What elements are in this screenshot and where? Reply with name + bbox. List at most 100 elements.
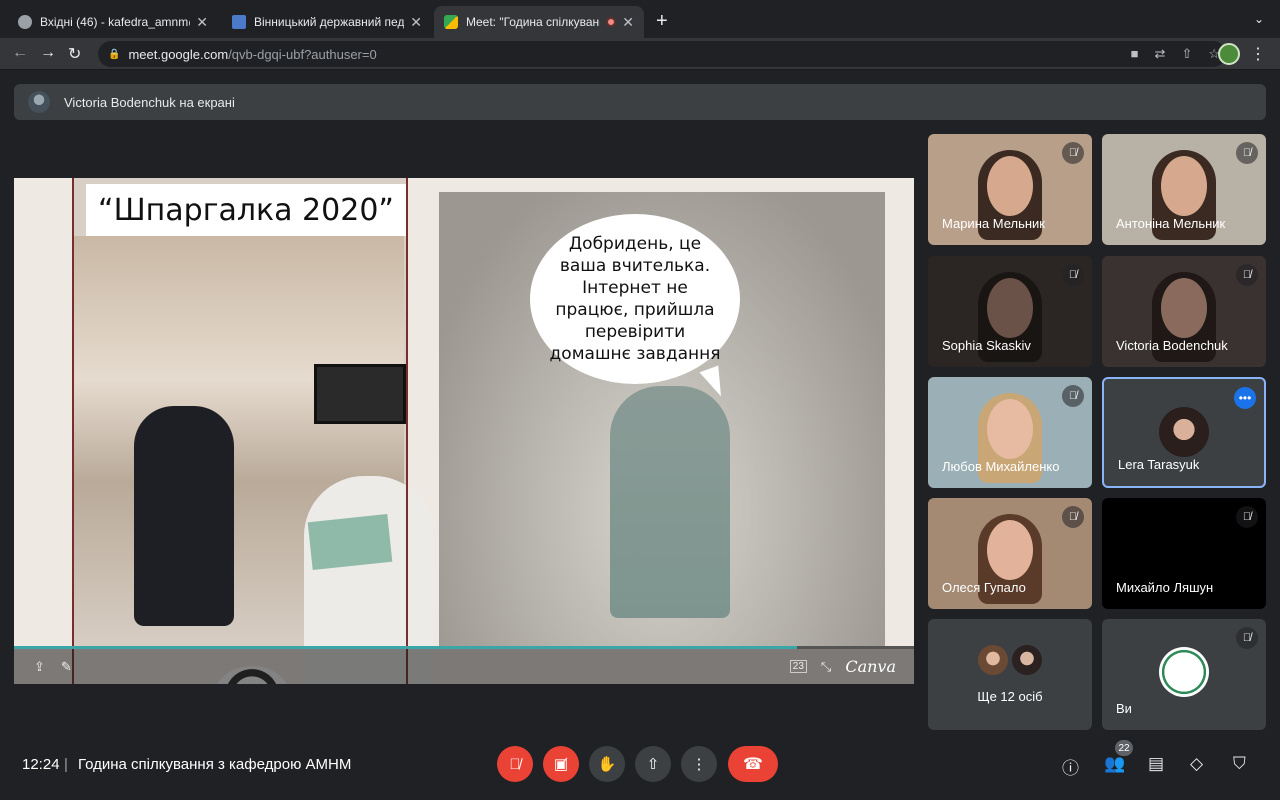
- slide-photo: [74, 236, 434, 684]
- globe-icon: [18, 15, 32, 29]
- mic-off-icon: 🎙̸: [1236, 264, 1258, 286]
- presenting-banner: Victoria Bodenchuk на екрані: [14, 84, 1266, 120]
- divider: [72, 178, 74, 684]
- participant-name: Sophia Skaskiv: [942, 338, 1031, 353]
- book-image: [307, 513, 393, 571]
- pencil-icon[interactable]: ✎: [61, 659, 72, 675]
- close-icon[interactable]: ✕: [410, 14, 422, 31]
- activities-icon[interactable]: ◇: [1190, 754, 1203, 774]
- divider: [406, 178, 408, 684]
- translate-icon[interactable]: ⇄: [1155, 46, 1166, 62]
- participant-tile[interactable]: 🎙̸ Антоніна Мельник: [1102, 134, 1266, 245]
- shared-presentation: “Шпаргалка 2020” Добридень, це ваша вчит…: [14, 178, 914, 684]
- site-icon: [232, 15, 246, 29]
- page-badge[interactable]: 23: [789, 660, 807, 673]
- camera-icon[interactable]: ■: [1131, 46, 1139, 62]
- browser-tab-university[interactable]: Вінницький державний педаг ✕: [222, 6, 432, 38]
- participant-avatars: [976, 643, 1044, 677]
- meeting-control-bar: 12:24 | Година спілкування з кафедрою АМ…: [0, 740, 1280, 790]
- mic-toggle-button[interactable]: 🎙̸: [497, 746, 533, 782]
- participant-face: [987, 278, 1033, 338]
- participant-name: Олеся Гупало: [942, 580, 1026, 595]
- close-icon[interactable]: ✕: [622, 14, 634, 31]
- participant-tile[interactable]: 🎙̸ Марина Мельник: [928, 134, 1092, 245]
- present-button[interactable]: ⇧: [635, 746, 671, 782]
- browser-tab-bar: Вхідні (46) - kafedra_amnm@ ✕ Вінницький…: [0, 0, 1280, 38]
- more-participants-tile[interactable]: Ще 12 осіб: [928, 619, 1092, 730]
- tab-title: Вінницький державний педаг: [254, 15, 405, 29]
- browser-tab-gmail[interactable]: Вхідні (46) - kafedra_amnm@ ✕: [8, 6, 218, 38]
- leave-call-button[interactable]: ☎: [728, 746, 778, 782]
- participant-name: Марина Мельник: [942, 216, 1045, 231]
- mic-off-icon: 🎙̸: [1062, 385, 1084, 407]
- camera-toggle-button[interactable]: ▣̸: [543, 746, 579, 782]
- chat-icon[interactable]: ▤: [1148, 754, 1164, 774]
- participant-face: [987, 399, 1033, 459]
- meeting-clock: 12:24: [22, 756, 60, 773]
- canva-controls: ⇪ ✎ 23 ⤡ Canva: [14, 649, 914, 684]
- participant-name: Антоніна Мельник: [1116, 216, 1226, 231]
- participant-face: [1161, 278, 1207, 338]
- mic-off-icon: 🎙̸: [1236, 506, 1258, 528]
- recording-icon: [606, 17, 617, 27]
- address-icons: ■ ⇄ ⇧ ☆: [1131, 46, 1220, 62]
- tab-title: Вхідні (46) - kafedra_amnm@: [40, 15, 191, 29]
- mic-off-icon: 🎙̸: [1236, 627, 1258, 649]
- url-path: /qvb-dgqi-ubf?authuser=0: [228, 46, 377, 62]
- self-tile[interactable]: 🎙̸ Ви: [1102, 619, 1266, 730]
- new-tab-button[interactable]: +: [656, 10, 668, 33]
- participant-name: Victoria Bodenchuk: [1116, 338, 1228, 353]
- more-options-icon[interactable]: •••: [1234, 387, 1256, 409]
- avatar: [28, 91, 50, 113]
- back-icon[interactable]: ←: [12, 44, 28, 62]
- info-icon[interactable]: ⓘ: [1062, 754, 1079, 779]
- participant-face: [1161, 156, 1207, 216]
- avatar: [1010, 643, 1044, 677]
- participant-tile[interactable]: 🎙̸ Любов Михайленко: [928, 377, 1092, 488]
- boy-figure: [134, 406, 234, 626]
- presenting-text: Victoria Bodenchuk на екрані: [64, 94, 235, 110]
- meet-icon: [444, 15, 458, 29]
- profile-avatar[interactable]: [1218, 43, 1240, 65]
- more-vert-icon[interactable]: ⋮: [1250, 44, 1266, 64]
- forward-icon[interactable]: →: [40, 44, 56, 62]
- share-icon[interactable]: ⇪: [34, 659, 45, 675]
- participant-face: [987, 156, 1033, 216]
- participant-name: Михайло Ляшун: [1116, 580, 1214, 595]
- url-input[interactable]: 🔒 meet.google.com/qvb-dgqi-ubf?authuser=…: [98, 41, 1226, 67]
- raise-hand-button[interactable]: ✋: [589, 746, 625, 782]
- mic-off-icon: 🎙̸: [1062, 506, 1084, 528]
- laptop-image: [314, 364, 406, 424]
- share-icon[interactable]: ⇧: [1181, 46, 1192, 62]
- people-icon[interactable]: 👥: [1104, 754, 1125, 774]
- participant-tile-active[interactable]: ••• Lera Tarasyuk: [1102, 377, 1266, 488]
- more-options-button[interactable]: ⋮: [681, 746, 717, 782]
- participant-tile[interactable]: 🎙̸ Олеся Гупало: [928, 498, 1092, 609]
- participant-name: Lera Tarasyuk: [1118, 457, 1200, 472]
- collapse-icon[interactable]: ⤡: [821, 659, 831, 675]
- slide-title: “Шпаргалка 2020”: [86, 184, 406, 236]
- mic-off-icon: 🎙̸: [1062, 142, 1084, 164]
- participant-tile[interactable]: 🎙̸ Sophia Skaskiv: [928, 256, 1092, 367]
- participant-tile[interactable]: 🎙̸ Михайло Ляшун: [1102, 498, 1266, 609]
- chevron-down-icon[interactable]: ⌄: [1254, 12, 1264, 26]
- separator: |: [64, 756, 68, 773]
- avatar: [1159, 647, 1209, 697]
- more-participants-label: Ще 12 осіб: [977, 689, 1043, 704]
- reload-icon[interactable]: ↻: [68, 44, 81, 64]
- close-icon[interactable]: ✕: [196, 14, 208, 31]
- avatar: [976, 643, 1010, 677]
- mic-off-icon: 🎙̸: [1062, 264, 1084, 286]
- host-controls-icon[interactable]: ⛉: [1233, 754, 1246, 774]
- mic-off-icon: 🎙̸: [1236, 142, 1258, 164]
- participant-tile[interactable]: 🎙̸ Victoria Bodenchuk: [1102, 256, 1266, 367]
- meeting-title: Година спілкування з кафедрою АМНМ: [78, 756, 352, 773]
- hazmat-figure: [610, 386, 730, 618]
- browser-tab-meet[interactable]: Meet: "Година спілкуванн ✕: [434, 6, 644, 38]
- address-bar: ← → ↻ 🔒 meet.google.com/qvb-dgqi-ubf?aut…: [0, 38, 1280, 70]
- canva-logo[interactable]: Canva: [845, 657, 896, 676]
- url-host: meet.google.com: [128, 46, 229, 62]
- avatar: [1159, 407, 1209, 457]
- participant-name: Любов Михайленко: [942, 459, 1060, 474]
- participant-name: Ви: [1116, 701, 1132, 716]
